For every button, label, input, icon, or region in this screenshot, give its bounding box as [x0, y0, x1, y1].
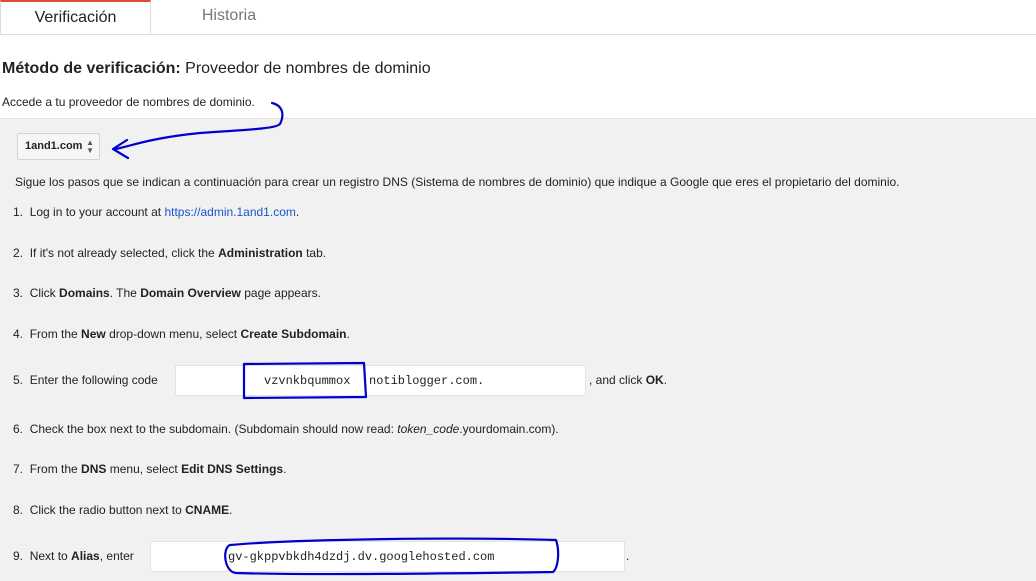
tab-bar: Verificación Historia	[0, 0, 1036, 35]
step-bold: Domains	[59, 286, 110, 300]
step-number: 2.	[13, 246, 24, 260]
method-value: Proveedor de nombres de dominio	[185, 60, 431, 77]
step-text: From the	[29, 462, 82, 476]
step-number: 3.	[13, 286, 24, 300]
admin-link[interactable]: https://admin.1and1.com	[164, 205, 295, 219]
step-5-end: , and click OK.	[589, 373, 667, 387]
step-bold: Administration	[218, 246, 303, 260]
step-number: 1.	[13, 205, 24, 219]
alias-value[interactable]: gv-gkppvbkdh4dzdj.dv.googlehosted.com	[228, 550, 494, 564]
step-text: drop-down menu, select	[105, 327, 241, 341]
step-text: .	[663, 373, 668, 387]
step-text: Click the radio button next to	[29, 503, 186, 517]
step-text: , enter	[99, 549, 134, 563]
step-text: Log in to your account at	[29, 205, 165, 219]
step-text: .	[295, 205, 300, 219]
tab-verificacion[interactable]: Verificación	[0, 0, 151, 34]
verification-method: Método de verificación: Proveedor de nom…	[2, 60, 431, 78]
step-text: Click	[29, 286, 60, 300]
step-bold: OK	[645, 373, 664, 387]
step-number: 9.	[13, 549, 24, 563]
step-bold: CNAME	[185, 503, 230, 517]
subdomain-code-field[interactable]: vzvnkbqummox notiblogger.com.	[175, 365, 586, 396]
step-number: 6.	[13, 422, 24, 436]
step-text: menu, select	[106, 462, 182, 476]
step-text: From the	[29, 327, 82, 341]
step-9-end: .	[626, 549, 630, 563]
step-text: Check the box next to the subdomain. (Su…	[29, 422, 398, 436]
provider-select[interactable]: 1and1.com ▲ ▼	[17, 133, 100, 160]
step-1: 1. Log in to your account at https://adm…	[13, 205, 299, 219]
intro-text: Sigue los pasos que se indican a continu…	[15, 175, 900, 189]
step-9: 9. Next to Alias, enter	[13, 549, 134, 563]
step-text: Enter the following code	[29, 373, 158, 387]
step-text: tab.	[302, 246, 327, 260]
step-text: Next to	[29, 549, 72, 563]
step-number: 7.	[13, 462, 24, 476]
step-text: .	[346, 327, 350, 341]
method-label: Método de verificación:	[2, 60, 181, 77]
step-bold: Domain Overview	[140, 286, 241, 300]
provider-select-value: 1and1.com	[25, 140, 83, 152]
step-bold: Alias	[71, 549, 100, 563]
step-text: , and click	[589, 373, 646, 387]
token-code[interactable]: vzvnkbqummox	[264, 374, 350, 388]
access-instruction: Accede a tu proveedor de nombres de domi…	[2, 95, 255, 109]
step-number: 4.	[13, 327, 24, 341]
domain-suffix[interactable]: notiblogger.com.	[369, 374, 484, 388]
step-8: 8. Click the radio button next to CNAME.	[13, 503, 232, 517]
step-text: page appears.	[240, 286, 321, 300]
step-6: 6. Check the box next to the subdomain. …	[13, 422, 559, 436]
step-4: 4. From the New drop-down menu, select C…	[13, 327, 350, 341]
step-bold: DNS	[81, 462, 107, 476]
step-number: 5.	[13, 373, 24, 387]
step-3: 3. Click Domains. The Domain Overview pa…	[13, 286, 321, 300]
select-arrows-icon: ▲ ▼	[86, 137, 94, 155]
step-2: 2. If it's not already selected, click t…	[13, 246, 326, 260]
step-bold: Edit DNS Settings	[181, 462, 284, 476]
step-text: If it's not already selected, click the	[29, 246, 219, 260]
step-number: 8.	[13, 503, 24, 517]
step-bold: Create Subdomain	[240, 327, 347, 341]
step-text: .	[283, 462, 287, 476]
step-text: .yourdomain.com).	[459, 422, 559, 436]
step-5: 5. Enter the following code	[13, 373, 158, 387]
step-text: .	[229, 503, 233, 517]
alias-value-field[interactable]: gv-gkppvbkdh4dzdj.dv.googlehosted.com	[150, 541, 625, 572]
step-text: . The	[109, 286, 141, 300]
step-7: 7. From the DNS menu, select Edit DNS Se…	[13, 462, 286, 476]
step-bold: New	[81, 327, 106, 341]
tab-historia[interactable]: Historia	[151, 0, 307, 34]
step-italic: token_code	[397, 422, 460, 436]
